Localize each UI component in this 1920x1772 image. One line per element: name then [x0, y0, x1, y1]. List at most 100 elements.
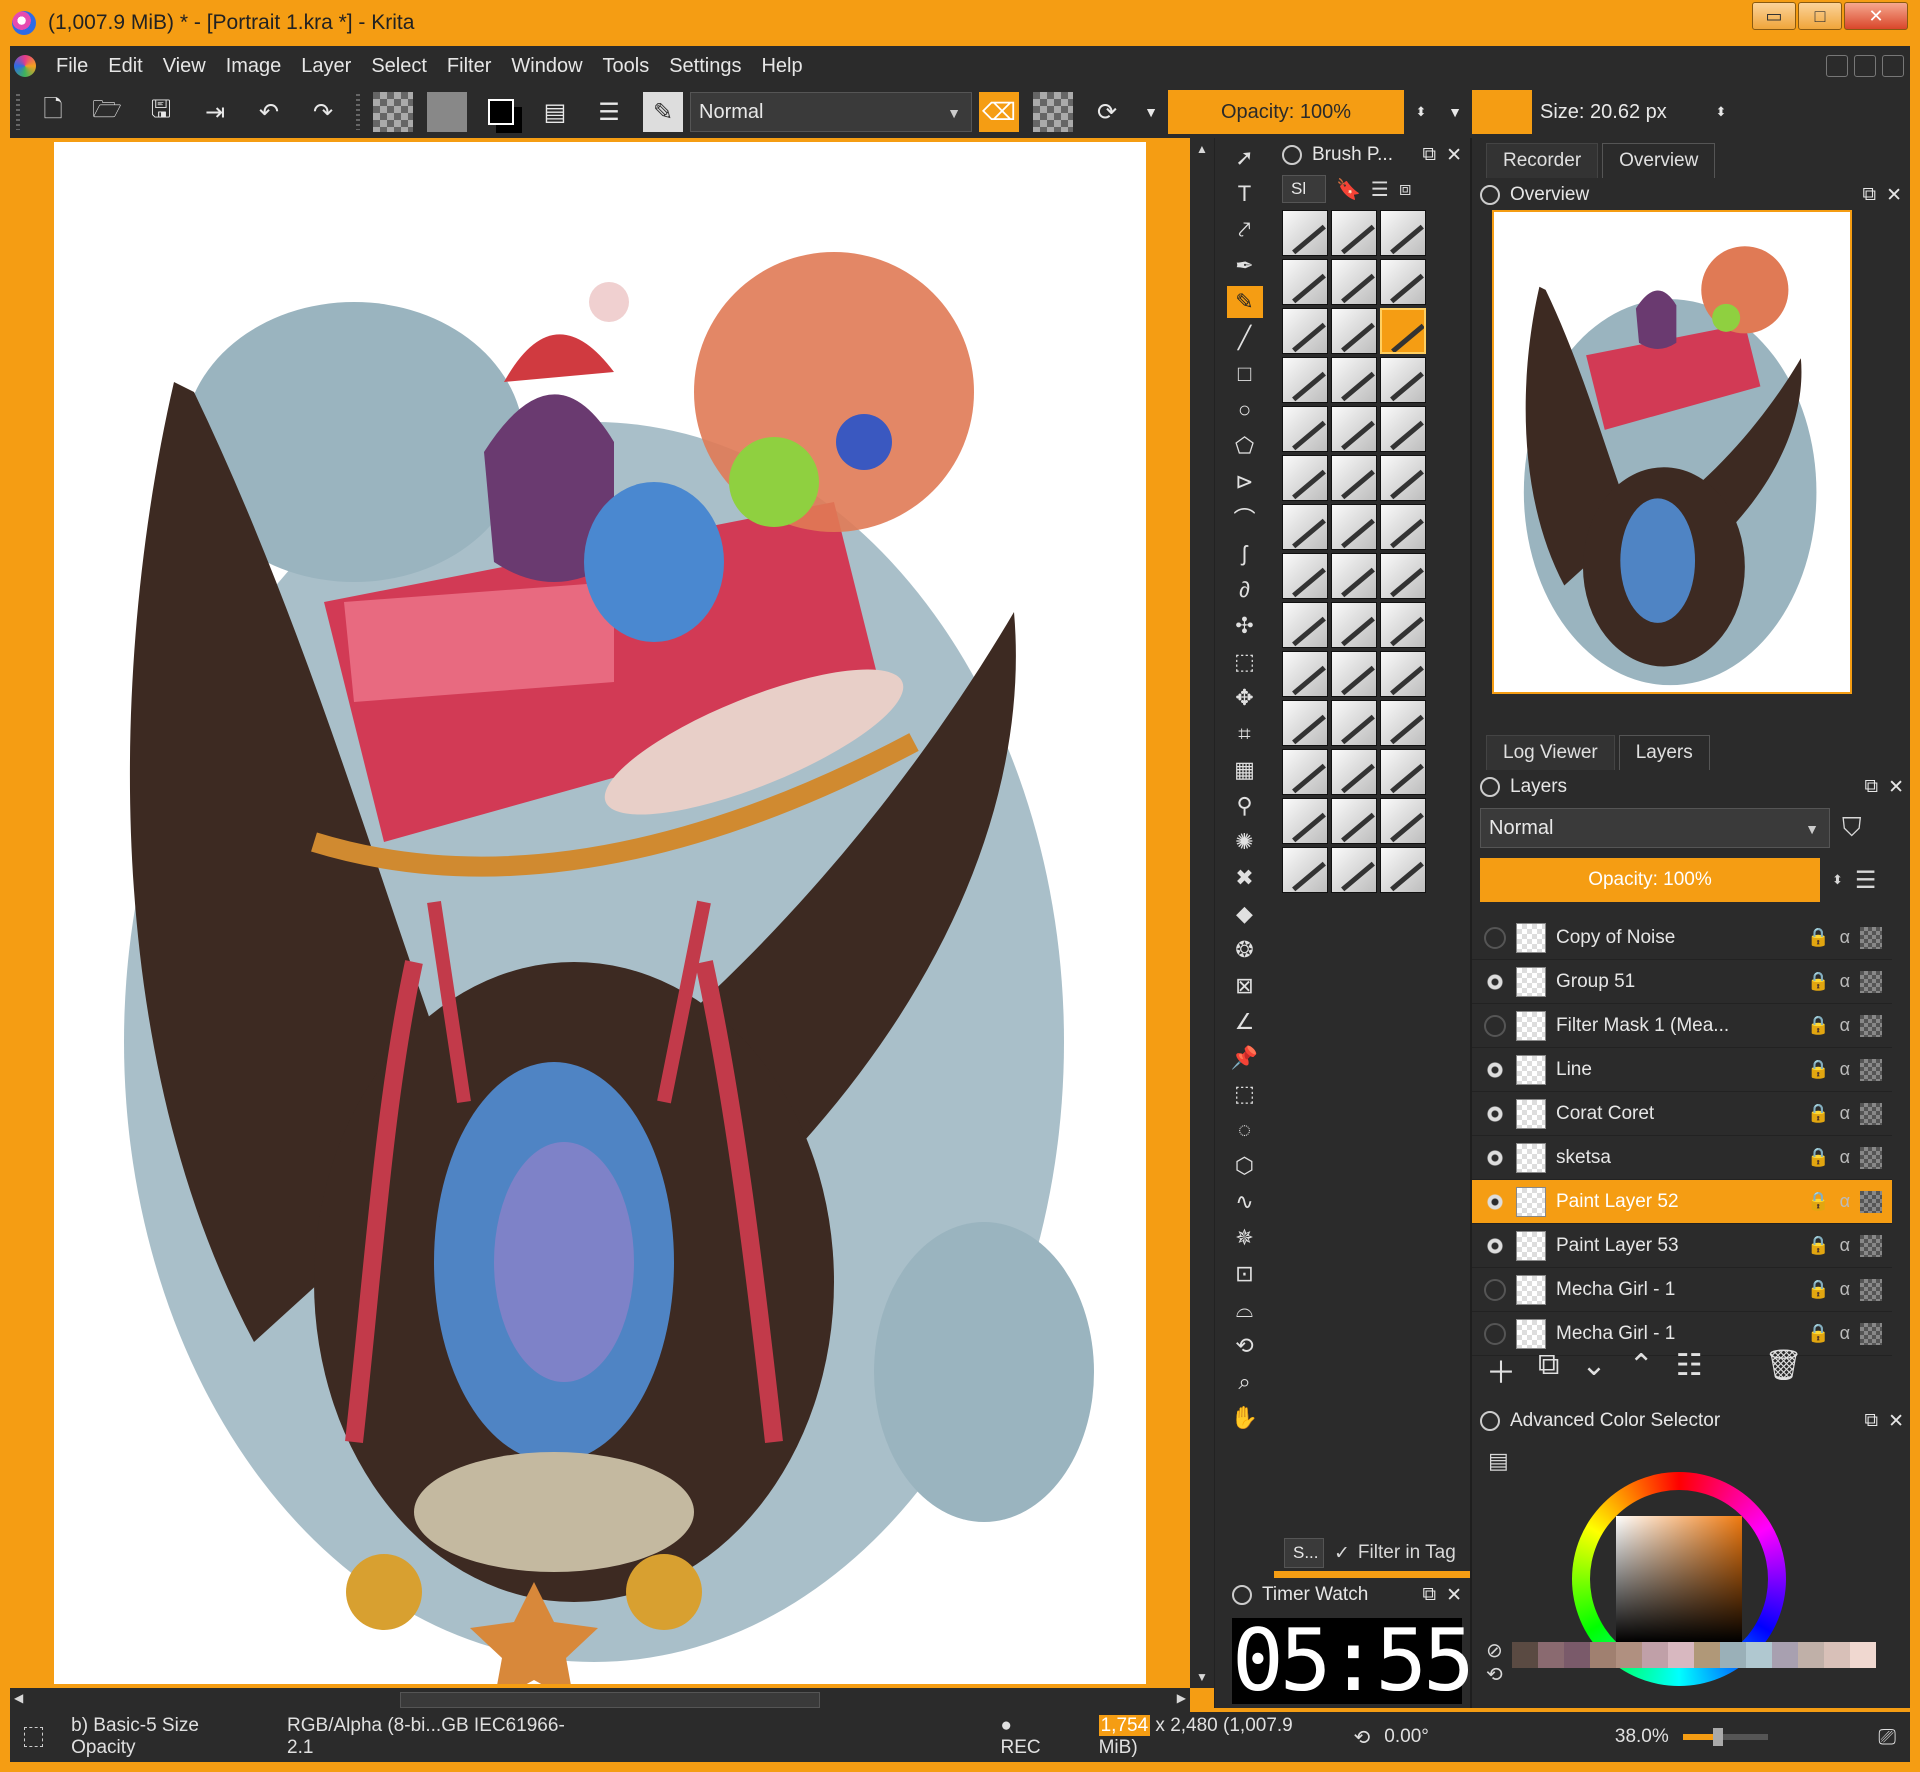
size-spin-icon[interactable]: ⬍ — [1711, 92, 1731, 132]
lock-icon[interactable] — [1232, 1585, 1252, 1605]
gradient-tool-icon[interactable]: ▦ — [1227, 754, 1263, 786]
smart-patch-icon[interactable]: ✺ — [1227, 826, 1263, 858]
float-icon[interactable]: ⧉ — [1865, 1410, 1879, 1433]
lock-icon[interactable] — [1480, 777, 1500, 797]
similar-select-icon[interactable]: ⊡ — [1227, 1258, 1263, 1290]
brush-preset-thumbnail[interactable] — [1331, 798, 1377, 844]
rotation-icon[interactable]: ⟲ — [1354, 1725, 1371, 1750]
layer-row[interactable]: Corat Coret 🔒 α — [1472, 1092, 1892, 1136]
rectangle-tool-icon[interactable]: □ — [1227, 358, 1263, 390]
menu-image[interactable]: Image — [216, 55, 292, 78]
ellipse-select-icon[interactable]: ◌ — [1227, 1114, 1263, 1146]
brush-preset-thumbnail[interactable] — [1380, 553, 1426, 599]
filter-in-tag-checkbox[interactable]: ✓ — [1334, 1542, 1350, 1565]
brush-preset-thumbnail[interactable] — [1331, 406, 1377, 452]
lock-layer-icon[interactable]: 🔒 — [1807, 1279, 1829, 1301]
freehand-select-icon[interactable]: ∿ — [1227, 1186, 1263, 1218]
brush-preset-thumbnail[interactable] — [1282, 553, 1328, 599]
layer-blend-mode-select[interactable]: Normal ▼ — [1480, 808, 1830, 848]
blend-mode-select[interactable]: Normal ▼ — [690, 92, 972, 132]
brush-preset-thumbnail[interactable] — [1380, 602, 1426, 648]
brush-preset-thumbnail[interactable] — [1282, 847, 1328, 893]
move-layer-down-icon[interactable]: ⌄ — [1581, 1348, 1606, 1392]
inherit-alpha-icon[interactable] — [1860, 1102, 1882, 1125]
color-history-swatch[interactable] — [1512, 1642, 1538, 1668]
color-history-swatch[interactable] — [1590, 1642, 1616, 1668]
menu-window[interactable]: Window — [501, 55, 592, 78]
multibrush-icon[interactable]: ✣ — [1227, 610, 1263, 642]
brush-settings-icon[interactable]: ☰ — [589, 92, 629, 132]
color-history-swatch[interactable] — [1850, 1642, 1876, 1668]
text-tool-icon[interactable]: T — [1227, 178, 1263, 210]
saturation-value-square[interactable] — [1616, 1516, 1742, 1642]
delete-layer-icon[interactable]: 🗑 — [1765, 1348, 1803, 1392]
color-history-swatch[interactable] — [1824, 1642, 1850, 1668]
inherit-alpha-icon[interactable] — [1860, 1278, 1882, 1301]
menu-select[interactable]: Select — [361, 55, 437, 78]
tab-recorder[interactable]: Recorder — [1486, 143, 1599, 178]
duplicate-layer-icon[interactable]: ⧉ — [1538, 1348, 1559, 1392]
brush-preset-thumbnail[interactable] — [1331, 259, 1377, 305]
lock-icon[interactable] — [1480, 1411, 1500, 1431]
polygon-select-icon[interactable]: ⬡ — [1227, 1150, 1263, 1182]
color-history-swatch[interactable] — [1668, 1642, 1694, 1668]
layer-row[interactable]: sketsa 🔒 α — [1472, 1136, 1892, 1180]
layer-row[interactable]: Line 🔒 α — [1472, 1048, 1892, 1092]
clear-history-icon[interactable]: ⊘ — [1486, 1638, 1503, 1663]
close-button[interactable]: ✕ — [1844, 2, 1908, 30]
maximize-button[interactable]: □ — [1798, 2, 1842, 30]
export-icon[interactable]: ⇥ — [195, 92, 235, 132]
minimize-button[interactable]: ▭ — [1752, 2, 1796, 30]
zoom-tool-icon[interactable]: ⌕ — [1227, 1366, 1263, 1398]
lock-icon[interactable] — [1480, 185, 1500, 205]
layer-row[interactable]: Mecha Girl - 1 🔒 α — [1472, 1268, 1892, 1312]
eraser-mode-icon[interactable]: ⌫ — [979, 92, 1019, 132]
opacity-spin-icon[interactable]: ⬍ — [1832, 872, 1843, 888]
freehand-path-icon[interactable]: ʃ — [1227, 538, 1263, 570]
horizontal-scrollbar[interactable]: ◀ ▶ — [10, 1688, 1190, 1712]
edit-shapes-icon[interactable]: ⤤ — [1227, 214, 1263, 246]
inherit-alpha-icon[interactable] — [1860, 1014, 1882, 1037]
menu-file[interactable]: File — [46, 55, 98, 78]
brush-preset-thumbnail[interactable] — [1282, 308, 1328, 354]
visibility-eye-icon[interactable] — [1484, 970, 1506, 993]
fill-tool-icon[interactable]: ◆ — [1227, 898, 1263, 930]
mdi-close-icon[interactable] — [1882, 55, 1904, 77]
redo-icon[interactable]: ↷ — [303, 92, 343, 132]
select-shapes-icon[interactable]: ➚ — [1227, 142, 1263, 174]
brush-preset-icon[interactable]: ✎ — [643, 92, 683, 132]
brush-preset-thumbnail[interactable] — [1380, 749, 1426, 795]
app-menu-icon[interactable] — [14, 55, 36, 77]
brush-preset-thumbnail[interactable] — [1331, 700, 1377, 746]
brush-preset-thumbnail[interactable] — [1380, 455, 1426, 501]
brush-preset-thumbnail[interactable] — [1282, 210, 1328, 256]
visibility-eye-icon[interactable] — [1484, 1146, 1506, 1169]
inherit-alpha-icon[interactable] — [1860, 926, 1882, 949]
close-icon[interactable]: ✕ — [1446, 144, 1462, 167]
color-history-swatch[interactable] — [1720, 1642, 1746, 1668]
toolbar-handle[interactable] — [16, 94, 20, 130]
alpha-lock-icon[interactable]: α — [1840, 1059, 1850, 1081]
alpha-lock-icon[interactable]: α — [1840, 1235, 1850, 1257]
color-history-swatch[interactable] — [1694, 1642, 1720, 1668]
open-folder-icon[interactable]: 🗁 — [87, 92, 127, 132]
color-history-swatch[interactable] — [1798, 1642, 1824, 1668]
menu-filter[interactable]: Filter — [437, 55, 501, 78]
bookmark-icon[interactable]: 🔖 — [1336, 177, 1361, 202]
visibility-eye-icon[interactable] — [1484, 1278, 1506, 1301]
lock-icon[interactable] — [1282, 145, 1302, 165]
layer-menu-icon[interactable]: ☰ — [1855, 866, 1877, 895]
brush-preset-thumbnail[interactable] — [1331, 210, 1377, 256]
menu-tools[interactable]: Tools — [593, 55, 660, 78]
color-history-swatch[interactable] — [1772, 1642, 1798, 1668]
mdi-minimize-icon[interactable] — [1826, 55, 1848, 77]
lock-layer-icon[interactable]: 🔒 — [1807, 1147, 1829, 1169]
color-history-swatch[interactable] — [1564, 1642, 1590, 1668]
canvas-area[interactable] — [10, 138, 1190, 1688]
brush-preset-thumbnail[interactable] — [1331, 847, 1377, 893]
contiguous-select-icon[interactable]: ✵ — [1227, 1222, 1263, 1254]
menu-layer[interactable]: Layer — [291, 55, 361, 78]
alpha-lock-icon[interactable]: α — [1840, 1103, 1850, 1125]
brush-preset-thumbnail[interactable] — [1282, 504, 1328, 550]
brush-preset-thumbnail[interactable] — [1282, 700, 1328, 746]
